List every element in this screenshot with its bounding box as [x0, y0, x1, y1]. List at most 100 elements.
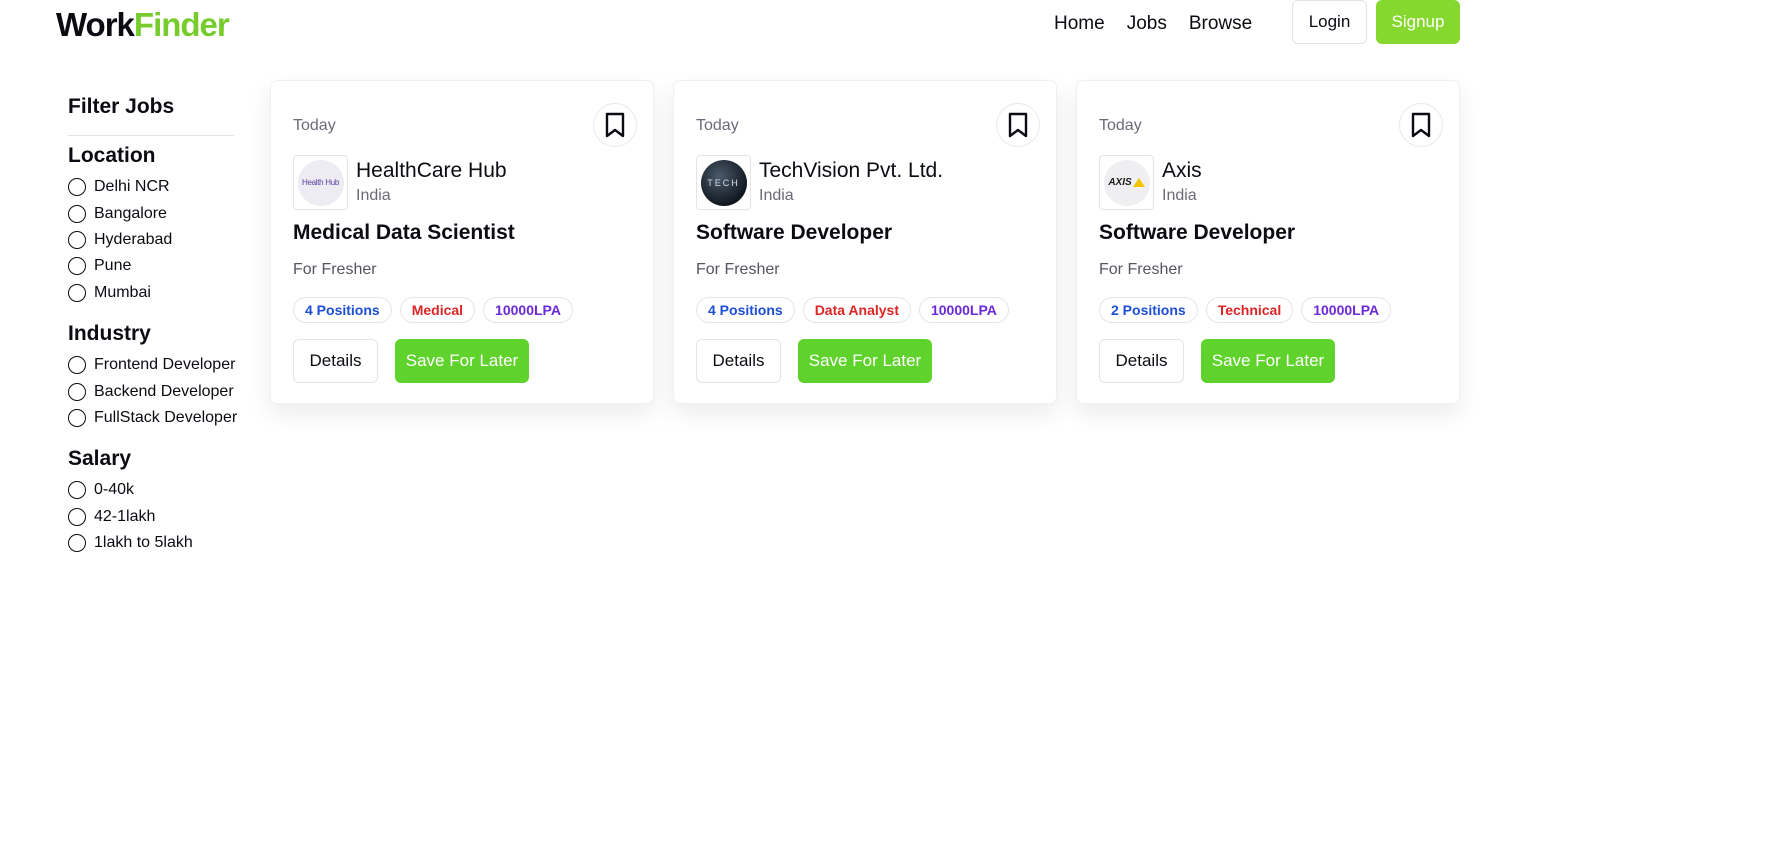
filter-option-delhi-ncr[interactable]: Delhi NCR	[68, 174, 234, 200]
filter-option-salary-2[interactable]: 42-1lakh	[68, 504, 234, 530]
job-title: Software Developer	[696, 221, 893, 244]
radio-icon[interactable]	[68, 382, 86, 401]
filter-option-label: Delhi NCR	[94, 178, 170, 196]
job-tags: 4 Positions Medical 10000LPA	[293, 297, 573, 323]
category-badge: Medical	[399, 297, 476, 323]
filter-option-label: 1lakh to 5lakh	[94, 534, 193, 552]
filter-option-salary-1[interactable]: 0-40k	[68, 477, 234, 503]
bookmark-button[interactable]	[1399, 103, 1443, 147]
category-badge: Technical	[1205, 297, 1294, 323]
bookmark-icon	[605, 112, 625, 138]
save-for-later-button[interactable]: Save For Later	[798, 339, 932, 383]
radio-icon[interactable]	[68, 408, 86, 427]
nav-home[interactable]: Home	[1054, 13, 1105, 35]
job-date: Today	[1099, 117, 1142, 134]
filter-option-mumbai[interactable]: Mumbai	[68, 280, 234, 306]
job-description: For Fresher	[696, 261, 780, 278]
company-info: AXIS Axis India	[1099, 155, 1202, 210]
techvision-logo: TECH	[700, 159, 747, 206]
company-country: India	[356, 187, 391, 204]
job-date: Today	[696, 117, 739, 134]
brand-part-finder: Finder	[133, 6, 230, 43]
salary-badge: 10000LPA	[483, 297, 573, 323]
radio-icon[interactable]	[68, 356, 86, 375]
company-logo-text: TECH	[707, 177, 740, 188]
job-tags: 4 Positions Data Analyst 10000LPA	[696, 297, 1009, 323]
positions-badge: 2 Positions	[1099, 297, 1198, 323]
radio-icon[interactable]	[68, 230, 86, 249]
filter-option-pune[interactable]: Pune	[68, 253, 234, 279]
company-info: TECH TechVision Pvt. Ltd. India	[696, 155, 943, 210]
filter-sidebar: Filter Jobs Location Delhi NCR Bangalore…	[68, 93, 238, 570]
job-title: Software Developer	[1099, 221, 1296, 244]
filter-divider	[68, 135, 234, 136]
filter-option-salary-3[interactable]: 1lakh to 5lakh	[68, 530, 234, 556]
filter-option-fullstack[interactable]: FullStack Developer	[68, 405, 238, 431]
nav-browse[interactable]: Browse	[1189, 13, 1252, 35]
bookmark-button[interactable]	[996, 103, 1040, 147]
company-name: HealthCare Hub	[356, 159, 507, 182]
bookmark-icon	[1008, 112, 1028, 138]
signup-button[interactable]: Signup	[1376, 0, 1460, 44]
bookmark-button[interactable]	[593, 103, 637, 147]
job-list: Today Health Hub HealthCare Hub India Me…	[270, 80, 1460, 404]
filter-option-label: Backend Developer	[94, 382, 234, 400]
job-date: Today	[293, 117, 336, 134]
filter-option-label: 0-40k	[94, 481, 135, 499]
job-actions: Details Save For Later	[696, 339, 932, 383]
radio-icon[interactable]	[68, 534, 86, 553]
filter-option-backend[interactable]: Backend Developer	[68, 378, 234, 404]
company-logo: Health Hub	[293, 155, 348, 210]
details-button[interactable]: Details	[1099, 339, 1184, 383]
filter-group-location: Location Delhi NCR Bangalore Hyderabad P…	[68, 142, 234, 306]
radio-icon[interactable]	[68, 204, 86, 223]
filter-option-label: Pune	[94, 257, 132, 275]
filter-option-hyderabad[interactable]: Hyderabad	[68, 227, 234, 253]
axis-triangle-icon	[1132, 178, 1145, 187]
details-button[interactable]: Details	[293, 339, 378, 383]
main-nav: Home Jobs Browse	[1054, 13, 1252, 35]
company-logo: AXIS	[1099, 155, 1154, 210]
save-for-later-button[interactable]: Save For Later	[1201, 339, 1335, 383]
radio-icon[interactable]	[68, 507, 86, 526]
details-button[interactable]: Details	[696, 339, 781, 383]
job-title: Medical Data Scientist	[293, 221, 515, 244]
company-country: India	[759, 187, 794, 204]
salary-badge: 10000LPA	[918, 297, 1009, 323]
job-description: For Fresher	[293, 261, 377, 278]
save-for-later-button[interactable]: Save For Later	[395, 339, 529, 383]
job-card: Today TECH TechVision Pvt. Ltd. India So…	[673, 80, 1057, 404]
healthcare-hub-logo: Health Hub	[297, 159, 344, 206]
positions-badge: 4 Positions	[293, 297, 392, 323]
company-name: TechVision Pvt. Ltd.	[759, 159, 944, 182]
filter-option-label: Frontend Developer	[94, 356, 236, 374]
category-badge: Data Analyst	[802, 297, 911, 323]
company-logo-text: Health Hub	[301, 178, 340, 187]
job-card: Today Health Hub HealthCare Hub India Me…	[270, 80, 654, 404]
filter-option-label: Mumbai	[94, 283, 151, 301]
filter-option-label: Hyderabad	[94, 230, 173, 248]
job-tags: 2 Positions Technical 10000LPA	[1099, 297, 1392, 323]
filter-group-title: Location	[68, 144, 156, 167]
filter-option-frontend[interactable]: Frontend Developer	[68, 352, 236, 378]
job-actions: Details Save For Later	[293, 339, 529, 383]
radio-icon[interactable]	[68, 481, 86, 500]
filter-group-industry: Industry Frontend Developer Backend Deve…	[68, 320, 238, 431]
brand-logo[interactable]: WorkFinder	[56, 6, 230, 44]
filter-group-salary: Salary 0-40k 42-1lakh 1lakh to 5lakh	[68, 445, 234, 556]
radio-icon[interactable]	[68, 257, 86, 276]
company-country: India	[1162, 187, 1197, 204]
filter-title: Filter Jobs	[68, 95, 175, 118]
filter-option-bangalore[interactable]: Bangalore	[68, 200, 234, 226]
login-button[interactable]: Login	[1292, 0, 1367, 44]
salary-badge: 10000LPA	[1301, 297, 1392, 323]
filter-option-label: Bangalore	[94, 204, 167, 222]
filter-option-label: FullStack Developer	[94, 408, 238, 426]
job-description: For Fresher	[1099, 261, 1183, 278]
radio-icon[interactable]	[68, 283, 86, 302]
job-card: Today AXIS Axis India Software Developer…	[1076, 80, 1460, 404]
radio-icon[interactable]	[68, 178, 86, 197]
company-logo-text: AXIS	[1108, 177, 1132, 188]
job-actions: Details Save For Later	[1099, 339, 1335, 383]
nav-jobs[interactable]: Jobs	[1127, 13, 1167, 35]
